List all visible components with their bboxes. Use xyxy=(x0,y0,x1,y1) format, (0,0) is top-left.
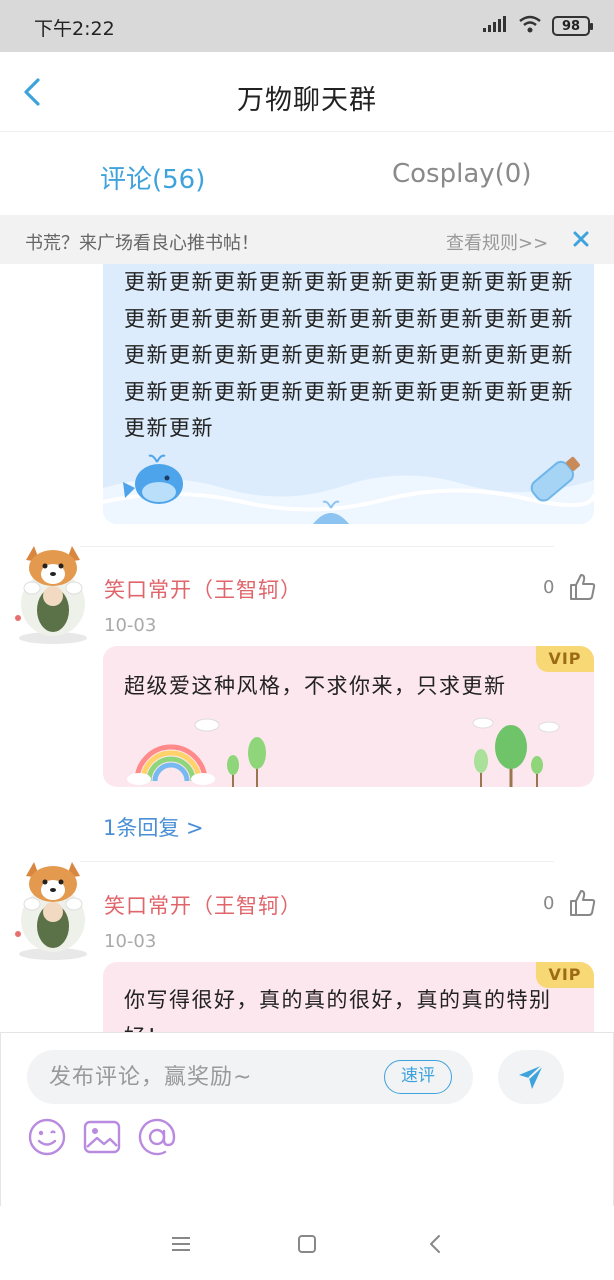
image-icon[interactable] xyxy=(82,1117,122,1157)
home-icon[interactable] xyxy=(293,1230,321,1258)
thumbs-up-icon[interactable] xyxy=(568,888,598,918)
comment-feed[interactable]: 更新更新更新更新更新更新更新更新更新更新更新更新更新更新更新更新更新更新更新更新… xyxy=(0,264,614,1032)
wifi-icon xyxy=(518,15,542,37)
close-notice-button[interactable] xyxy=(566,224,596,254)
notice-text[interactable]: 书荒？来广场看良心推书帖！ xyxy=(25,229,259,255)
rainbow-decoration xyxy=(127,717,560,787)
comment-composer: 速评 xyxy=(0,1032,614,1206)
divider xyxy=(80,861,554,862)
comment-text: 超级爱这种风格，不求你来，只求更新 xyxy=(124,674,507,698)
view-rules-link[interactable]: 查看规则>> xyxy=(446,229,548,255)
thumbs-up-icon[interactable] xyxy=(568,572,598,602)
emoji-icon[interactable] xyxy=(27,1117,67,1157)
status-icons: 98 xyxy=(482,15,593,37)
page-title: 万物聊天群 xyxy=(237,85,377,116)
comment-bubble: 更新更新更新更新更新更新更新更新更新更新更新更新更新更新更新更新更新更新更新更新… xyxy=(103,264,594,524)
system-back-icon[interactable] xyxy=(422,1230,450,1258)
notice-bar: 书荒？来广场看良心推书帖！ 查看规则>> xyxy=(0,215,614,264)
close-icon xyxy=(573,231,589,247)
divider xyxy=(80,546,554,547)
comment-text: 你写得很好，真的真的很好，真的真的特别好！ xyxy=(124,988,552,1032)
send-icon xyxy=(519,1064,544,1089)
replies-link[interactable]: 1条回复 > xyxy=(103,812,204,842)
ocean-decoration xyxy=(103,454,594,524)
battery-icon: 98 xyxy=(552,16,593,36)
tab-comments[interactable]: 评论(56) xyxy=(100,159,205,196)
header: 万物聊天群 xyxy=(0,52,614,132)
system-nav-bar xyxy=(0,1206,614,1280)
like-count: 0 xyxy=(543,893,555,914)
mention-icon[interactable] xyxy=(137,1117,177,1157)
tab-bar: 评论(56) Cosplay(0) xyxy=(0,133,614,215)
corgi-avatar-icon xyxy=(15,546,87,644)
signal-icon xyxy=(482,15,508,37)
comment-bubble: VIP 超级爱这种风格，不求你来，只求更新 xyxy=(103,646,594,787)
quick-review-button[interactable]: 速评 xyxy=(384,1060,452,1094)
avatar[interactable] xyxy=(12,860,94,960)
comment-date: 10-03 xyxy=(104,931,157,952)
like-count: 0 xyxy=(543,577,555,598)
corgi-avatar-icon xyxy=(15,862,87,960)
send-button[interactable] xyxy=(498,1050,564,1104)
comment-bubble: VIP 你写得很好，真的真的很好，真的真的特别好！ xyxy=(103,962,594,1032)
username[interactable]: 笑口常开（王智轲） xyxy=(104,890,302,920)
avatar[interactable] xyxy=(12,544,94,644)
status-bar: 下午2:22 98 xyxy=(0,0,614,52)
menu-icon[interactable] xyxy=(167,1230,195,1258)
tab-cosplay[interactable]: Cosplay(0) xyxy=(392,159,531,189)
comment-date: 10-03 xyxy=(104,615,157,636)
username[interactable]: 笑口常开（王智轲） xyxy=(104,574,302,604)
comment-text: 更新更新更新更新更新更新更新更新更新更新更新更新更新更新更新更新更新更新更新更新… xyxy=(124,270,574,441)
status-time: 下午2:22 xyxy=(34,18,115,40)
